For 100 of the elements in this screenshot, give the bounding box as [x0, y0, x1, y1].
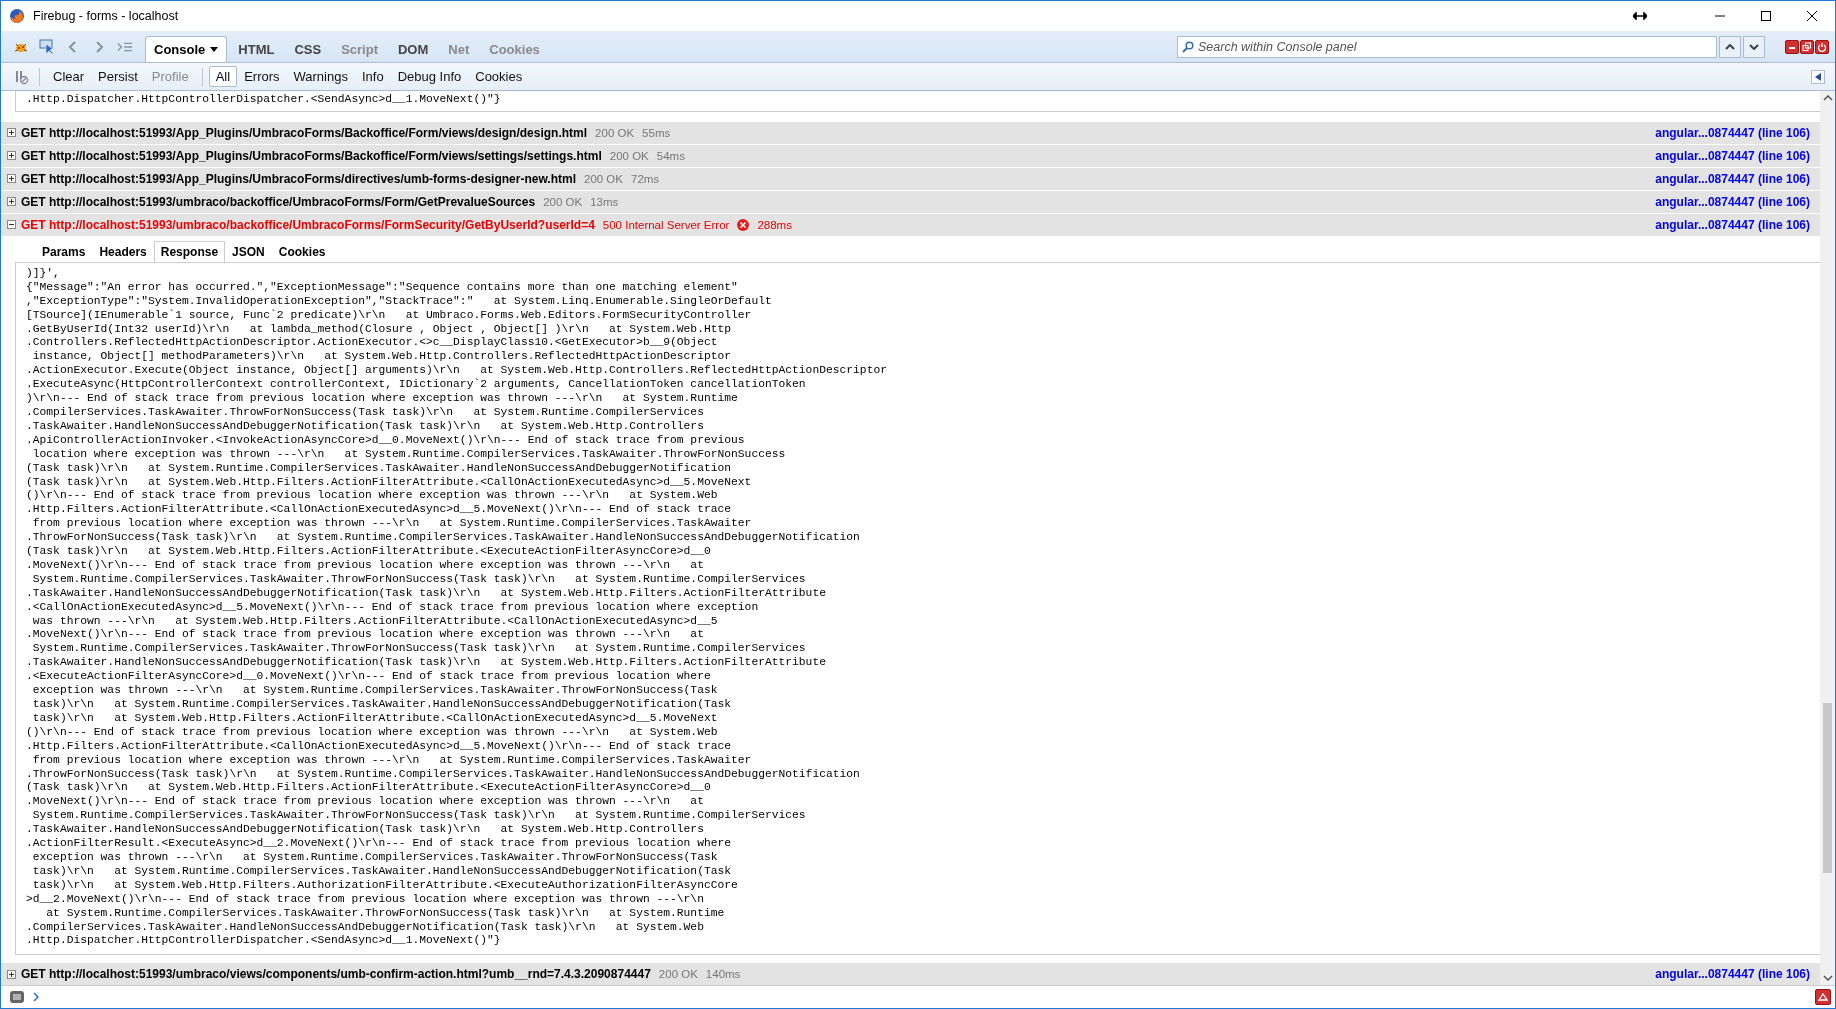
expand-command-editor-button[interactable] [1815, 989, 1831, 1005]
response-code-line: .ThrowForNonSuccess(Task task)\r\n at System.Runtime.CompilerServices.TaskAwaiter.HandleNonSuccessAndDebuggerNotification [26, 767, 861, 782]
response-code-line: task)\r\n at System.Runtime.CompilerServices.TaskAwaiter.HandleNonSuccessAndDebuggerNotification(Task [31, 864, 733, 879]
expand-icon[interactable] [7, 151, 16, 161]
response-code-line: .CompilerServices.TaskAwaiter.ThrowForNonSuccess(Task task)\r\n at System.Runtime.CompilerServices [26, 405, 705, 420]
response-code-line: task)\r\n at System.Runtime.CompilerServices.TaskAwaiter.HandleNonSuccessAndDebuggerNotification(Task [31, 698, 733, 712]
response-code-line: location where exception was thrown ---\r\n at System.Runtime.CompilerServices.TaskAwaiter.ThrowForNonSuccess [31, 447, 787, 462]
response-code-line: >d__2.MoveNext()\r\n--- End of stack trace from previous location where exception was thrown ---\r\n [26, 892, 705, 907]
console-button[interactable]: Persist [91, 66, 145, 87]
scrollbar[interactable] [1820, 91, 1835, 985]
break-on-error-icon[interactable] [13, 68, 29, 85]
collapse-icon[interactable] [7, 220, 16, 230]
search-field[interactable]: Search within Console panel [1177, 35, 1717, 58]
power-button[interactable] [1815, 39, 1829, 54]
response-code-line: .Http.Dispatcher.HttpControllerDispatcher.<SendAsync>d__1.MoveNext()"} [26, 934, 502, 949]
up-triangle-icon [1818, 993, 1828, 1001]
response-tab[interactable]: Response [153, 240, 226, 262]
request-url[interactable]: GET http://localhost:51993/umbraco/backoffice/UmbracoForms/Form/GetPrevalueSources [21, 194, 536, 209]
up-chevron-icon [1725, 43, 1735, 50]
expand-icon[interactable] [7, 174, 16, 184]
response-status: 500 Internal Server Error [602, 218, 730, 231]
response-code-line: from previous location where exception was thrown ---\r\n at System.Runtime.CompilerServices.TaskAwaiter [31, 753, 753, 768]
response-code-line: .MoveNext()\r\n--- End of stack trace from previous location where exception was thrown ---\r\n at [26, 795, 705, 810]
request-url[interactable]: GET http://localhost:51993/App_Plugins/UmbracoForms/Backoffice/Form/views/settings/settings.html [21, 148, 602, 163]
response-time: 288ms [757, 218, 792, 231]
close-icon [1807, 11, 1817, 21]
expand-icon[interactable] [7, 969, 16, 979]
panel-tab[interactable]: Console [145, 36, 228, 62]
panel-tab[interactable]: DOM [389, 36, 438, 62]
response-code-line: (Task task)\r\n at System.Web.Http.Filters.ActionFilterAttribute.<CallOnActionExecutedAsync>d__5.MoveNext [26, 475, 753, 490]
search-icon [1182, 40, 1194, 53]
resize-arrows-icon [1633, 12, 1647, 20]
response-code-line: ()\r\n--- End of stack trace from previous location where exception was thrown ---\r\n at System.Web [26, 489, 719, 504]
response-code-line: System.Runtime.CompilerServices.TaskAwaiter.ThrowForNonSuccess(Task task)\r\n at System.Runtime.CompilerServices [31, 809, 807, 824]
response-code-line: exception was thrown ---\r\n at System.Runtime.CompilerServices.TaskAwaiter.ThrowForNonSuccess(Task [31, 684, 719, 698]
source-link[interactable]: angular...0874447 (line 106) [1655, 148, 1810, 163]
response-code-line: .Http.Filters.ActionFilterAttribute.<CallOnActionExecutedAsync>d__5.MoveNext()\r\n--- End of stack trace [26, 503, 733, 518]
browser-logo-icon [9, 8, 25, 24]
response-code-line: (Task task)\r\n at System.Runtime.CompilerServices.TaskAwaiter.HandleNonSuccessAndDebuggerNotification [26, 461, 733, 476]
scroll-down-icon[interactable] [1822, 975, 1833, 981]
scroll-up-icon[interactable] [1822, 95, 1833, 101]
expand-icon[interactable] [7, 128, 16, 138]
filter-button[interactable]: Cookies [468, 66, 530, 87]
response-code-line: .TaskAwaiter.HandleNonSuccessAndDebuggerNotification(Task task)\r\n at System.Web.Http.Controllers [26, 419, 705, 434]
filter-button[interactable]: Info [354, 66, 391, 87]
response-code-line: .ExecuteAsync(HttpControllerContext controllerContext, IDictionary`2 arguments, CancellationToken cancellationToken [26, 378, 807, 393]
windows-icon [1802, 41, 1812, 52]
request-url[interactable]: GET http://localhost:51993/App_Plugins/UmbracoForms/directives/umb-forms-designer-new.html [21, 171, 576, 186]
response-code-line: .TaskAwaiter.HandleNonSuccessAndDebuggerNotification(Task task)\r\n at System.Web.Http.Filters.ActionFilterAttribute [26, 586, 827, 601]
response-code-line: System.Runtime.CompilerServices.TaskAwaiter.ThrowForNonSuccess(Task task)\r\n at System.Runtime.CompilerServices [31, 642, 807, 657]
response-code-line: was thrown ---\r\n at System.Web.Http.Filters.ActionFilterAttribute.<CallOnActionExecutedAsync>d__5 [31, 614, 719, 629]
request-url[interactable]: GET http://localhost:51993/umbraco/views/components/umb-confirm-action.html?umb__rnd=7.4.3.2090874447 [21, 967, 651, 982]
response-code-line: .ActionExecutor.Execute(Object instance, Object[] arguments)\r\n at System.Web.Http.Controllers.ReflectedHttpActionDescriptor [26, 364, 888, 378]
previous-match-button[interactable] [1719, 35, 1741, 58]
source-link[interactable]: angular...0874447 (line 106) [1655, 125, 1810, 140]
request-url[interactable]: GET http://localhost:51993/App_Plugins/UmbracoForms/Backoffice/Form/views/design/design.html [21, 125, 588, 140]
filter-button[interactable]: All [208, 66, 238, 87]
response-code-line: (Task task)\r\n at System.Web.Http.Filters.ActionFilterAttribute.<ExecuteActionFilterAsyncCore>d__0 [26, 781, 712, 796]
response-time: 54ms [656, 149, 685, 162]
response-time: 13ms [590, 195, 619, 208]
minimize-firebug-button[interactable] [1785, 39, 1799, 54]
response-code-line: .TaskAwaiter.HandleNonSuccessAndDebuggerNotification(Task task)\r\n at System.Web.Http.Controllers [26, 823, 705, 838]
source-link[interactable]: angular...0874447 (line 106) [1655, 194, 1810, 209]
request-url[interactable]: GET http://localhost:51993/umbraco/backoffice/UmbracoForms/FormSecurity/GetByUserId?userId=4 [21, 217, 595, 232]
response-status: 200 OK [658, 968, 698, 981]
source-link[interactable]: angular...0874447 (line 106) [1655, 217, 1810, 232]
response-code-line: .ThrowForNonSuccess(Task task)\r\n at System.Runtime.CompilerServices.TaskAwaiter.HandleNonSuccessAndDebuggerNotification [26, 531, 861, 546]
filter-button[interactable]: Errors [237, 66, 287, 87]
response-code-line: .ApiControllerActionInvoker.<InvokeActionAsyncCore>d__0.MoveNext()\r\n--- End of stack trace from previous [26, 433, 746, 448]
response-code-line: .ActionFilterResult.<ExecuteAsync>d__2.MoveNext()\r\n--- End of stack trace from previous location where [26, 837, 733, 851]
scroll-thumb[interactable] [1823, 703, 1832, 873]
source-link[interactable]: angular...0874447 (line 106) [1655, 967, 1810, 982]
console-button[interactable]: Clear [46, 66, 92, 87]
response-time: 55ms [642, 126, 671, 139]
response-tab[interactable]: JSON [225, 240, 272, 262]
response-code-line: .Controllers.ReflectedHttpActionDescriptor.ActionExecutor.<>c__DisplayClass10.<GetExecutor>b__9(Object [26, 336, 719, 351]
next-match-button[interactable] [1743, 35, 1765, 58]
response-code-line: .GetByUserId(Int32 userId)\r\n at lambda_method(Closure , Object , Object[] )\r\n at System.Web.Http [26, 322, 733, 337]
response-code-line: ,"ExceptionType":"System.InvalidOperationException","StackTrace":" at System.Linq.Enumerable.SingleOrDefault [26, 294, 773, 309]
response-tab[interactable]: Cookies [271, 240, 333, 262]
panel-tab[interactable]: CSS [285, 36, 331, 62]
response-code-line: .TaskAwaiter.HandleNonSuccessAndDebuggerNotification(Task task)\r\n at System.Web.Http.Filters.ActionFilterAttribute [26, 656, 827, 671]
collapse-panel-button[interactable] [1811, 69, 1825, 84]
panel-tab[interactable]: HTML [229, 36, 284, 62]
response-code-line: exception was thrown ---\r\n at System.Runtime.CompilerServices.TaskAwaiter.ThrowForNonSuccess(Task [31, 850, 719, 865]
response-code-line: .MoveNext()\r\n--- End of stack trace from previous location where exception was thrown ---\r\n at [26, 628, 705, 643]
expand-icon[interactable] [7, 197, 16, 207]
response-code-line: from previous location where exception was thrown ---\r\n at System.Runtime.CompilerServices.TaskAwaiter [31, 517, 753, 532]
detach-button[interactable] [1800, 39, 1814, 54]
source-link[interactable]: angular...0874447 (line 106) [1655, 171, 1810, 186]
filter-button[interactable]: Debug Info [390, 66, 469, 87]
inspect-icon[interactable] [39, 38, 55, 55]
response-tab[interactable]: Headers [92, 240, 154, 262]
command-history-icon[interactable] [9, 989, 25, 1005]
response-time: 140ms [705, 968, 741, 981]
response-code-line: System.Runtime.CompilerServices.TaskAwaiter.ThrowForNonSuccess(Task task)\r\n at System.Runtime.CompilerServices [31, 572, 807, 587]
response-code-line: .<ExecuteActionFilterAsyncCore>d__0.MoveNext()\r\n--- End of stack trace from previous location where [26, 670, 712, 685]
error-icon [737, 218, 750, 231]
filter-button[interactable]: Warnings [286, 66, 355, 87]
response-tab[interactable]: Params [35, 240, 93, 262]
